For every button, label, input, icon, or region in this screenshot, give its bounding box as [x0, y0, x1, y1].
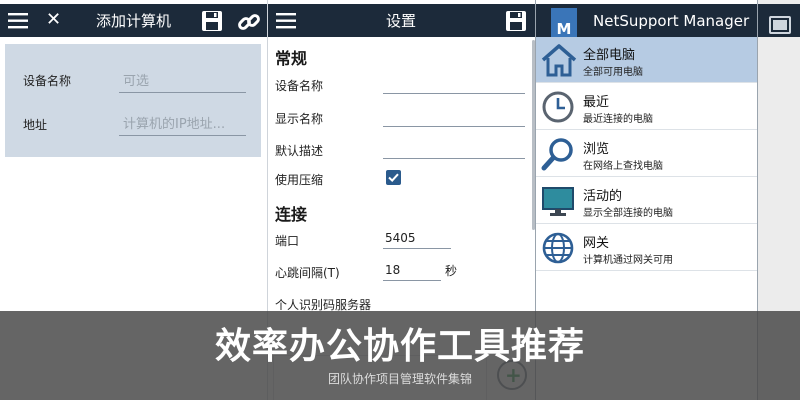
nav-item-title: 全部电脑: [583, 48, 636, 63]
banner-subtitle: 团队协作项目管理软件集锦: [327, 372, 472, 386]
general-heading: 常规: [275, 49, 308, 68]
nav-item-recent[interactable]: 最近 最近连接的电脑: [536, 84, 757, 130]
nav-item-subtitle: 计算机通过网关可用: [583, 255, 673, 266]
link-icon[interactable]: [236, 9, 262, 35]
nav-item-all-computers[interactable]: 全部电脑 全部可用电脑: [536, 37, 757, 83]
banner-headline: 效率办公协作工具推荐: [214, 326, 585, 367]
nav-item-title: 浏览: [583, 142, 610, 157]
clock-icon: [542, 91, 574, 123]
promo-banner: 效率办公协作工具推荐 团队协作项目管理软件集锦: [0, 311, 800, 400]
device-name-input[interactable]: [119, 71, 246, 93]
save-icon[interactable]: [201, 10, 223, 32]
nav-item-title: 最近: [583, 95, 610, 110]
compression-checkbox[interactable]: [386, 170, 401, 185]
hamburger-menu-icon[interactable]: [8, 11, 30, 31]
nav-item-browse[interactable]: 浏览 在网络上查找电脑: [536, 131, 757, 177]
heartbeat-unit: 秒: [445, 264, 458, 278]
home-icon: [541, 44, 577, 77]
device-name-input[interactable]: [383, 93, 525, 94]
heartbeat-label: 心跳间隔(T): [275, 266, 340, 280]
device-name-label: 设备名称: [275, 79, 324, 93]
add-computer-form: 设备名称 地址: [5, 44, 261, 157]
port-input[interactable]: 5405: [383, 229, 451, 249]
address-input[interactable]: [119, 114, 246, 136]
device-name-label: 设备名称: [23, 74, 72, 88]
settings-toolbar: 设置: [268, 4, 536, 37]
checkmark-icon: [388, 173, 399, 183]
heartbeat-input[interactable]: 18: [383, 261, 441, 281]
connection-heading: 连接: [275, 205, 308, 224]
address-label: 地址: [23, 118, 48, 132]
port-label: 端口: [275, 234, 300, 248]
nav-item-gateway[interactable]: 网关 计算机通过网关可用: [536, 225, 757, 271]
nav-item-title: 网关: [583, 236, 610, 251]
right-toolbar: [758, 4, 800, 37]
nav-item-subtitle: 显示全部连接的电脑: [583, 208, 673, 219]
window-icon[interactable]: [769, 16, 791, 34]
close-icon[interactable]: ✕: [46, 8, 61, 32]
nav-item-subtitle: 在网络上查找电脑: [583, 161, 663, 172]
netsupport-toolbar: M NetSupport Manager: [536, 4, 758, 41]
settings-title: 设置: [386, 12, 417, 30]
add-computer-title: 添加计算机: [96, 12, 172, 30]
nav-item-subtitle: 最近连接的电脑: [583, 114, 653, 125]
hamburger-menu-icon[interactable]: [276, 11, 298, 31]
display-name-input[interactable]: [383, 126, 525, 127]
netsupport-title: NetSupport Manager: [593, 12, 750, 30]
default-description-input[interactable]: [383, 158, 525, 159]
save-icon[interactable]: [505, 10, 527, 32]
add-computer-toolbar: ✕ 添加计算机: [0, 4, 267, 37]
nav-item-title: 活动的: [583, 189, 623, 204]
globe-icon: [542, 232, 574, 264]
compression-label: 使用压缩: [275, 173, 324, 187]
default-description-label: 默认描述: [275, 144, 324, 158]
magnifier-icon: [541, 138, 573, 171]
display-name-label: 显示名称: [275, 112, 324, 126]
monitor-icon: [542, 187, 574, 216]
nav-item-active[interactable]: 活动的 显示全部连接的电脑: [536, 178, 757, 224]
nav-item-subtitle: 全部可用电脑: [583, 67, 643, 78]
